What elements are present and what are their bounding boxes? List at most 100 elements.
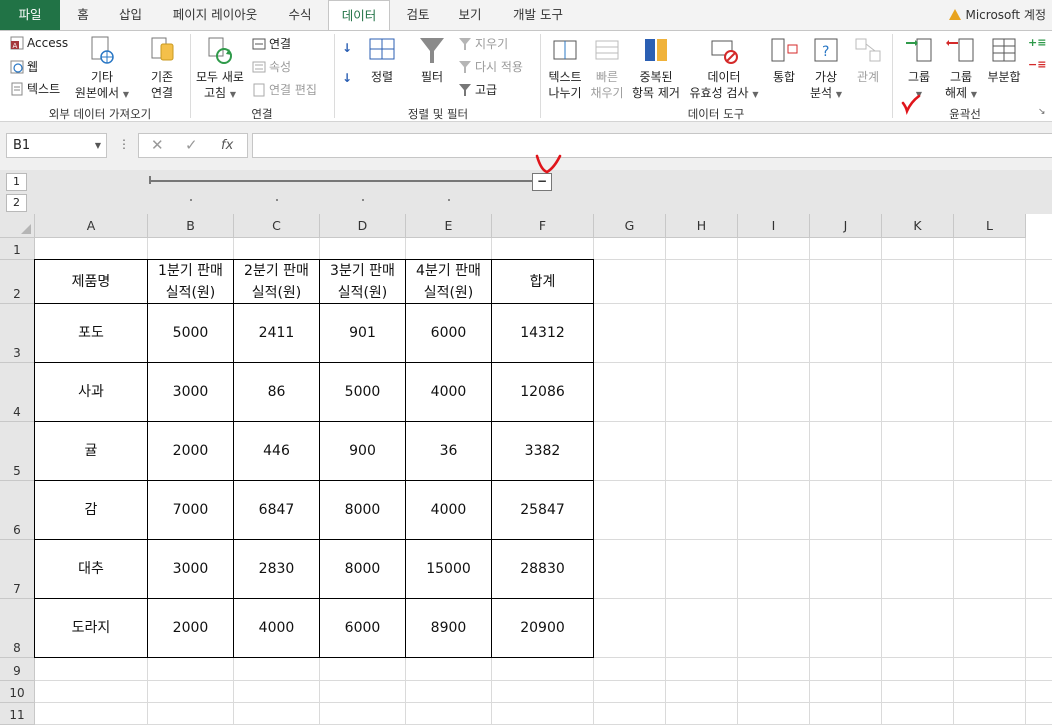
table-header-cell[interactable]: 제품명 (34, 259, 148, 304)
column-header-k[interactable]: K (882, 214, 954, 238)
hide-detail-button[interactable]: −≡ (1028, 57, 1046, 71)
row-header-6[interactable]: 6 (0, 481, 35, 540)
column-header-i[interactable]: I (738, 214, 810, 238)
table-cell[interactable]: 25847 (491, 480, 594, 540)
row-header-3[interactable]: 3 (0, 304, 35, 363)
reapply-button[interactable]: 다시 적용 (458, 58, 523, 75)
tab-view[interactable]: 보기 (446, 0, 494, 30)
table-cell[interactable]: 900 (319, 421, 406, 481)
table-cell[interactable]: 8900 (405, 598, 492, 658)
table-cell[interactable]: 3000 (147, 362, 234, 422)
table-cell[interactable]: 2830 (233, 539, 320, 599)
table-cell[interactable]: 15000 (405, 539, 492, 599)
sort-ascending-button[interactable]: ↓ (342, 41, 352, 55)
tab-home[interactable]: 홈 (63, 0, 103, 30)
table-cell[interactable]: 8000 (319, 480, 406, 540)
table-cell[interactable]: 포도 (34, 303, 148, 363)
table-header-cell[interactable]: 합계 (491, 259, 594, 304)
row-header-11[interactable]: 11 (0, 703, 35, 725)
column-header-h[interactable]: H (666, 214, 738, 238)
from-access-button[interactable]: A Access (10, 36, 68, 50)
tab-formulas[interactable]: 수식 (276, 0, 324, 30)
table-header-cell[interactable]: 1분기 판매 실적(원) (147, 259, 234, 304)
from-text-button[interactable]: 텍스트 (10, 80, 60, 97)
table-cell[interactable]: 감 (34, 480, 148, 540)
filter-button[interactable]: 필터 (412, 35, 452, 85)
row-header-10[interactable]: 10 (0, 681, 35, 703)
table-cell[interactable]: 12086 (491, 362, 594, 422)
more-options-icon[interactable]: ⋮ (118, 137, 130, 151)
table-cell[interactable]: 8000 (319, 539, 406, 599)
column-header-g[interactable]: G (594, 214, 666, 238)
tab-review[interactable]: 검토 (394, 0, 442, 30)
table-cell[interactable]: 사과 (34, 362, 148, 422)
sort-descending-button[interactable]: ↓ (342, 71, 352, 85)
account-link[interactable]: Microsoft 계정 (949, 0, 1046, 30)
insert-function-icon[interactable]: fx (221, 138, 233, 153)
table-cell[interactable]: 14312 (491, 303, 594, 363)
table-cell[interactable]: 귤 (34, 421, 148, 481)
table-cell[interactable]: 3000 (147, 539, 234, 599)
table-cell[interactable]: 3382 (491, 421, 594, 481)
enter-icon[interactable]: ✓ (185, 136, 198, 154)
outline-level-2-button[interactable]: 2 (6, 194, 27, 212)
connections-button[interactable]: 연결 (252, 35, 291, 52)
from-other-sources-button[interactable]: 기타 원본에서 ▼ (72, 35, 132, 103)
table-cell[interactable]: 4000 (405, 362, 492, 422)
existing-connections-button[interactable]: 기존 연결 (140, 35, 184, 101)
column-header-f[interactable]: F (492, 214, 594, 238)
select-all-corner[interactable] (0, 214, 35, 238)
dialog-launcher-icon[interactable]: ↘ (1038, 107, 1046, 117)
ungroup-button[interactable]: 그룹 해제 ▼ (942, 35, 980, 103)
properties-button[interactable]: 속성 (252, 58, 291, 75)
row-header-2[interactable]: 2 (0, 260, 35, 304)
row-header-8[interactable]: 8 (0, 599, 35, 658)
table-cell[interactable]: 36 (405, 421, 492, 481)
row-header-7[interactable]: 7 (0, 540, 35, 599)
row-header-4[interactable]: 4 (0, 363, 35, 422)
row-header-1[interactable]: 1 (0, 238, 35, 260)
tab-insert[interactable]: 삽입 (108, 0, 153, 30)
table-cell[interactable]: 대추 (34, 539, 148, 599)
tab-data[interactable]: 데이터 (328, 0, 390, 31)
table-cell[interactable]: 6000 (319, 598, 406, 658)
table-cell[interactable]: 6000 (405, 303, 492, 363)
relationships-button[interactable]: 관계 (850, 35, 886, 85)
table-cell[interactable]: 2411 (233, 303, 320, 363)
column-header-a[interactable]: A (35, 214, 148, 238)
table-cell[interactable]: 20900 (491, 598, 594, 658)
name-box[interactable]: B1 ▼ (6, 133, 107, 158)
row-header-5[interactable]: 5 (0, 422, 35, 481)
column-header-j[interactable]: J (810, 214, 882, 238)
from-web-button[interactable]: 웹 (10, 58, 38, 75)
table-cell[interactable]: 28830 (491, 539, 594, 599)
tab-file[interactable]: 파일 (0, 0, 60, 30)
text-to-columns-button[interactable]: 텍스트 나누기 (544, 35, 586, 101)
refresh-all-button[interactable]: 모두 새로 고침 ▼ (192, 35, 248, 103)
tab-page-layout[interactable]: 페이지 레이아웃 (160, 0, 270, 30)
table-header-cell[interactable]: 2분기 판매 실적(원) (233, 259, 320, 304)
table-header-cell[interactable]: 4분기 판매 실적(원) (405, 259, 492, 304)
table-cell[interactable]: 901 (319, 303, 406, 363)
consolidate-button[interactable]: 통합 (766, 35, 802, 85)
table-cell[interactable]: 5000 (147, 303, 234, 363)
clear-filter-button[interactable]: 지우기 (458, 35, 508, 52)
sort-button[interactable]: 정렬 (362, 35, 402, 85)
what-if-analysis-button[interactable]: ? 가상 분석 ▼ (806, 35, 846, 103)
column-header-l[interactable]: L (954, 214, 1026, 238)
remove-duplicates-button[interactable]: 중복된 항목 제거 (628, 35, 684, 101)
table-cell[interactable]: 2000 (147, 598, 234, 658)
column-header-e[interactable]: E (406, 214, 492, 238)
data-validation-button[interactable]: 데이터 유효성 검사 ▼ (688, 35, 760, 103)
edit-links-button[interactable]: 연결 편집 (252, 81, 317, 98)
table-cell[interactable]: 도라지 (34, 598, 148, 658)
show-detail-button[interactable]: +≡ (1028, 35, 1046, 49)
table-cell[interactable]: 2000 (147, 421, 234, 481)
row-header-9[interactable]: 9 (0, 658, 35, 681)
column-header-b[interactable]: B (148, 214, 234, 238)
table-cell[interactable]: 86 (233, 362, 320, 422)
column-header-d[interactable]: D (320, 214, 406, 238)
table-header-cell[interactable]: 3분기 판매 실적(원) (319, 259, 406, 304)
formula-input[interactable] (252, 133, 1052, 158)
table-cell[interactable]: 7000 (147, 480, 234, 540)
